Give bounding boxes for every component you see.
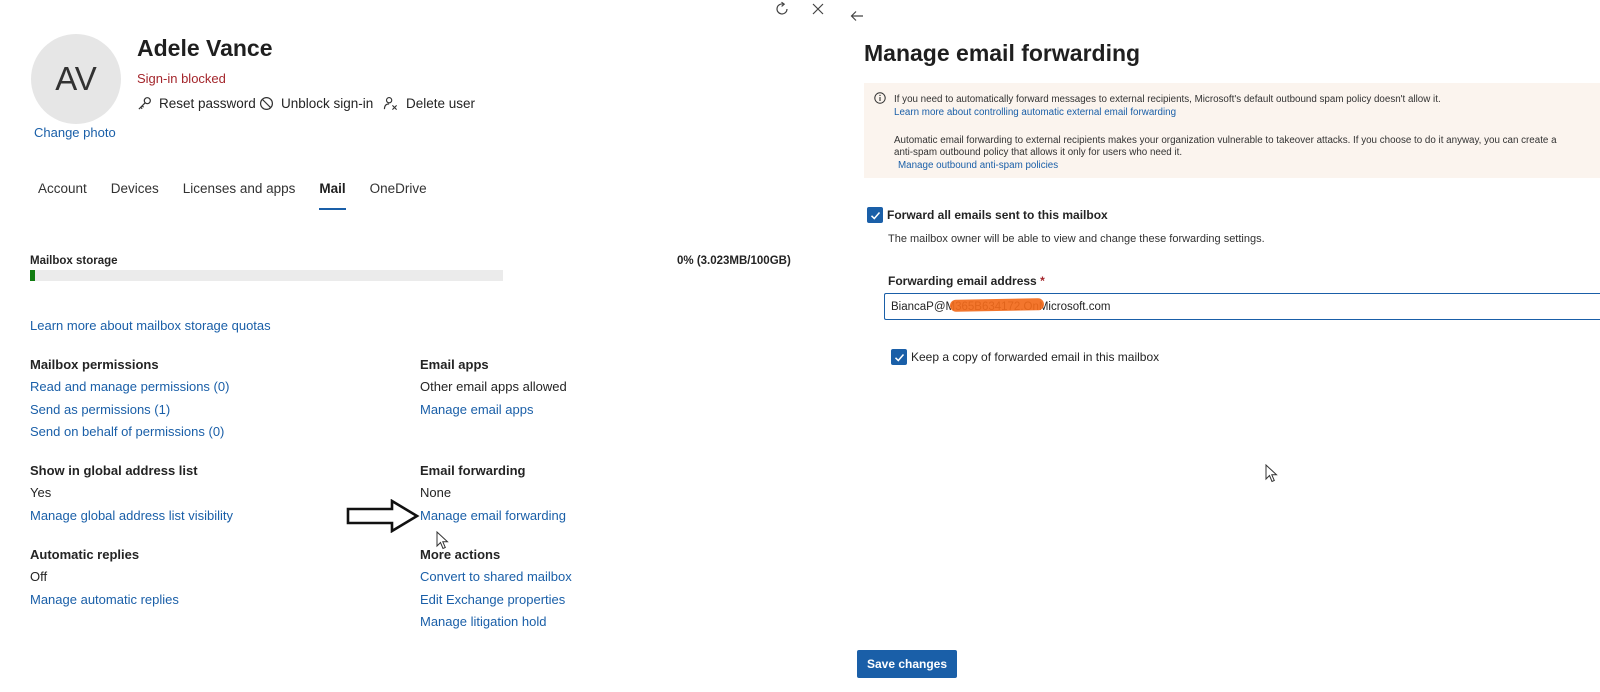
- storage-quotas-link[interactable]: Learn more about mailbox storage quotas: [30, 318, 271, 333]
- forward-all-checkbox[interactable]: [867, 207, 883, 223]
- annotation-arrow-icon: [346, 499, 420, 533]
- email-forwarding-value: None: [420, 485, 452, 500]
- manage-litigation-hold-link[interactable]: Manage litigation hold: [420, 614, 546, 629]
- save-changes-button[interactable]: Save changes: [857, 650, 957, 678]
- mailbox-storage-value: 0% (3.023MB/100GB): [677, 255, 791, 267]
- keep-copy-checkbox[interactable]: [891, 349, 907, 365]
- block-icon: [259, 96, 274, 111]
- tab-onedrive[interactable]: OneDrive: [370, 181, 427, 210]
- reset-password-label: Reset password: [159, 96, 256, 111]
- user-display-name: Adele Vance: [137, 35, 273, 61]
- tab-mail[interactable]: Mail: [319, 181, 346, 210]
- reset-password-button[interactable]: Reset password: [137, 96, 256, 111]
- checkmark-icon: [894, 353, 904, 362]
- info-text-line-2: Automatic email forwarding to external r…: [894, 135, 1557, 146]
- email-forwarding-heading: Email forwarding: [420, 463, 526, 478]
- send-on-behalf-permissions-link[interactable]: Send on behalf of permissions (0): [30, 424, 224, 439]
- email-apps-heading: Email apps: [420, 357, 489, 372]
- manage-automatic-replies-link[interactable]: Manage automatic replies: [30, 592, 179, 607]
- automatic-replies-heading: Automatic replies: [30, 547, 140, 562]
- delete-user-label: Delete user: [406, 96, 476, 111]
- forwarding-address-label-text: Forwarding email address: [888, 274, 1037, 288]
- required-mark: *: [1040, 274, 1045, 288]
- close-icon[interactable]: [811, 2, 825, 16]
- automatic-replies-value: Off: [30, 569, 48, 584]
- tab-account[interactable]: Account: [38, 181, 87, 210]
- unblock-signin-button[interactable]: Unblock sign-in: [259, 96, 373, 111]
- info-message-bar: If you need to automatically forward mes…: [864, 83, 1600, 178]
- panel-title: Manage email forwarding: [864, 40, 1141, 66]
- mailbox-storage-bar: [30, 270, 503, 281]
- signin-status-text: Sign-in blocked: [137, 71, 226, 86]
- tab-licenses-and-apps[interactable]: Licenses and apps: [183, 181, 296, 210]
- manage-email-apps-link[interactable]: Manage email apps: [420, 402, 533, 417]
- info-text-line-3: anti-spam outbound policy that allows it…: [894, 147, 1183, 158]
- forward-all-hint: The mailbox owner will be able to view a…: [888, 233, 1265, 245]
- mailbox-permissions-heading: Mailbox permissions: [30, 357, 159, 372]
- unblock-signin-label: Unblock sign-in: [281, 96, 374, 111]
- avatar-initials: AV: [55, 60, 97, 97]
- avatar[interactable]: AV: [31, 34, 121, 124]
- checkmark-icon: [870, 211, 880, 220]
- user-details-pane: AV Change photo Adele Vance Sign-in bloc…: [0, 0, 845, 692]
- user-tabs: Account Devices Licenses and apps Mail O…: [38, 181, 451, 210]
- keep-copy-label[interactable]: Keep a copy of forwarded email in this m…: [911, 350, 1159, 364]
- edit-exchange-properties-link[interactable]: Edit Exchange properties: [420, 592, 565, 607]
- manage-email-forwarding-link[interactable]: Manage email forwarding: [420, 508, 566, 523]
- read-manage-permissions-link[interactable]: Read and manage permissions (0): [30, 379, 229, 394]
- more-actions-heading: More actions: [420, 547, 501, 562]
- tab-devices[interactable]: Devices: [111, 181, 159, 210]
- delete-user-icon: [383, 97, 398, 110]
- delete-user-button[interactable]: Delete user: [383, 96, 475, 111]
- info-icon: [874, 92, 886, 104]
- mailbox-storage-fill: [30, 270, 35, 281]
- email-apps-value: Other email apps allowed: [420, 379, 567, 394]
- mailbox-storage-label: Mailbox storage: [30, 255, 118, 267]
- back-arrow-icon[interactable]: [850, 9, 864, 23]
- manage-gal-visibility-link[interactable]: Manage global address list visibility: [30, 508, 233, 523]
- global-address-list-value: Yes: [30, 485, 52, 500]
- change-photo-link[interactable]: Change photo: [34, 125, 116, 140]
- manage-outbound-antispam-link[interactable]: Manage outbound anti-spam policies: [898, 160, 1058, 171]
- external-forwarding-learn-more-link[interactable]: Learn more about controlling automatic e…: [894, 107, 1176, 118]
- global-address-list-heading: Show in global address list: [30, 463, 198, 478]
- forward-all-label[interactable]: Forward all emails sent to this mailbox: [887, 208, 1108, 222]
- refresh-icon[interactable]: [774, 1, 790, 17]
- key-icon: [138, 97, 151, 110]
- manage-email-forwarding-pane: Manage email forwarding If you need to a…: [845, 0, 1600, 692]
- convert-shared-mailbox-link[interactable]: Convert to shared mailbox: [420, 569, 572, 584]
- mouse-cursor-icon: [1265, 464, 1278, 483]
- send-as-permissions-link[interactable]: Send as permissions (1): [30, 402, 170, 417]
- forwarding-address-label: Forwarding email address *: [888, 274, 1045, 288]
- info-text-line-1: If you need to automatically forward mes…: [894, 94, 1441, 105]
- redaction-mark: [949, 298, 1045, 312]
